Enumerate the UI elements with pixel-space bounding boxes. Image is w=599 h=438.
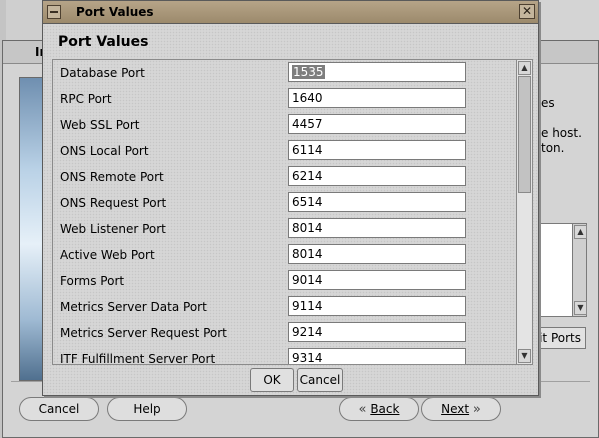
port-value: 4457 xyxy=(292,117,323,131)
port-label: ONS Remote Port xyxy=(60,170,164,184)
port-value-field[interactable]: 6114 xyxy=(288,140,466,160)
port-label: ONS Request Port xyxy=(60,196,167,210)
scroll-up-arrow-icon[interactable]: ▲ xyxy=(518,61,531,75)
dialog-cancel-button[interactable]: Cancel xyxy=(297,368,343,392)
port-value: 6114 xyxy=(292,143,323,157)
port-values-dialog: Port Values ✕ Port Values Database Port 1… xyxy=(42,0,539,396)
port-row: ONS Request Port 6514 xyxy=(53,190,518,216)
back-button[interactable]: « Back xyxy=(339,397,419,421)
help-label: Help xyxy=(133,402,161,416)
port-value-field[interactable]: 6214 xyxy=(288,166,466,186)
port-label: Metrics Server Request Port xyxy=(60,326,227,340)
close-icon[interactable]: ✕ xyxy=(519,4,535,19)
cancel-button[interactable]: Cancel xyxy=(19,397,99,421)
ok-button[interactable]: OK xyxy=(250,368,294,392)
port-row: Metrics Server Data Port 9114 xyxy=(53,294,518,320)
port-value: 6214 xyxy=(292,169,323,183)
port-value: 1640 xyxy=(292,91,323,105)
next-button[interactable]: Next » xyxy=(421,397,501,421)
port-value-field[interactable]: 6514 xyxy=(288,192,466,212)
port-label: ITF Fulfillment Server Port xyxy=(60,352,216,365)
double-chevron-right-icon: » xyxy=(472,402,481,417)
port-list-panel: Database Port 1535 RPC Port 1640 Web SSL Por… xyxy=(52,59,533,365)
dialog-heading: Port Values xyxy=(58,34,149,50)
port-value: 6514 xyxy=(292,195,323,209)
port-value: 9114 xyxy=(292,299,323,313)
port-value: 8014 xyxy=(292,247,323,261)
scroll-down-arrow-icon[interactable]: ▼ xyxy=(574,301,587,315)
next-label: Next xyxy=(441,402,470,416)
port-value: 9214 xyxy=(292,325,323,339)
port-label: Forms Port xyxy=(60,274,125,288)
port-value: 1535 xyxy=(292,65,325,79)
port-label: Metrics Server Data Port xyxy=(60,300,207,314)
port-row: Active Web Port 8014 xyxy=(53,242,518,268)
port-label: Web SSL Port xyxy=(60,118,140,132)
installer-text-fragment: ton. xyxy=(541,141,565,155)
cancel-label: Cancel xyxy=(38,402,80,416)
port-value: 9314 xyxy=(292,351,323,365)
installer-text-fragment: e host. xyxy=(541,126,582,140)
port-row: Database Port 1535 xyxy=(53,60,518,86)
port-label: RPC Port xyxy=(60,92,112,106)
port-value: 8014 xyxy=(292,221,323,235)
help-button[interactable]: Help xyxy=(107,397,187,421)
dialog-title: Port Values xyxy=(76,5,154,19)
port-label: Active Web Port xyxy=(60,248,155,262)
port-value-field[interactable]: 1535 xyxy=(288,62,466,82)
port-row: Web Listener Port 8014 xyxy=(53,216,518,242)
port-row: ONS Local Port 6114 xyxy=(53,138,518,164)
port-row: RPC Port 1640 xyxy=(53,86,518,112)
port-value-field[interactable]: 9014 xyxy=(288,270,466,290)
port-row: Metrics Server Request Port 9214 xyxy=(53,320,518,346)
port-label: Web Listener Port xyxy=(60,222,166,236)
port-row: ONS Remote Port 6214 xyxy=(53,164,518,190)
port-value-field[interactable]: 9214 xyxy=(288,322,466,342)
double-chevron-left-icon: « xyxy=(358,402,367,417)
port-row: ITF Fulfillment Server Port 9314 xyxy=(53,346,518,365)
vertical-scrollbar[interactable]: ▲ ▼ xyxy=(516,60,532,364)
back-label: Back xyxy=(370,402,400,416)
port-value-field[interactable]: 8014 xyxy=(288,244,466,264)
scrollbar-thumb[interactable] xyxy=(518,76,531,193)
port-row: Forms Port 9014 xyxy=(53,268,518,294)
installer-listbox[interactable]: ▲ ▼ xyxy=(533,223,587,317)
port-label: Database Port xyxy=(60,66,145,80)
dialog-title-bar[interactable]: Port Values ✕ xyxy=(43,1,538,24)
port-value-field[interactable]: 9314 xyxy=(288,348,466,365)
port-value: 9014 xyxy=(292,273,323,287)
listbox-scrollbar[interactable]: ▲ ▼ xyxy=(572,224,587,316)
installer-text-fragment: es xyxy=(541,96,555,110)
desktop-background-right xyxy=(538,0,599,40)
port-label: ONS Local Port xyxy=(60,144,149,158)
scroll-up-arrow-icon[interactable]: ▲ xyxy=(574,225,587,239)
port-value-field[interactable]: 4457 xyxy=(288,114,466,134)
scroll-down-arrow-icon[interactable]: ▼ xyxy=(518,349,531,363)
port-value-field[interactable]: 9114 xyxy=(288,296,466,316)
port-row: Web SSL Port 4457 xyxy=(53,112,518,138)
port-value-field[interactable]: 8014 xyxy=(288,218,466,238)
minimize-icon[interactable] xyxy=(47,5,61,19)
port-value-field[interactable]: 1640 xyxy=(288,88,466,108)
